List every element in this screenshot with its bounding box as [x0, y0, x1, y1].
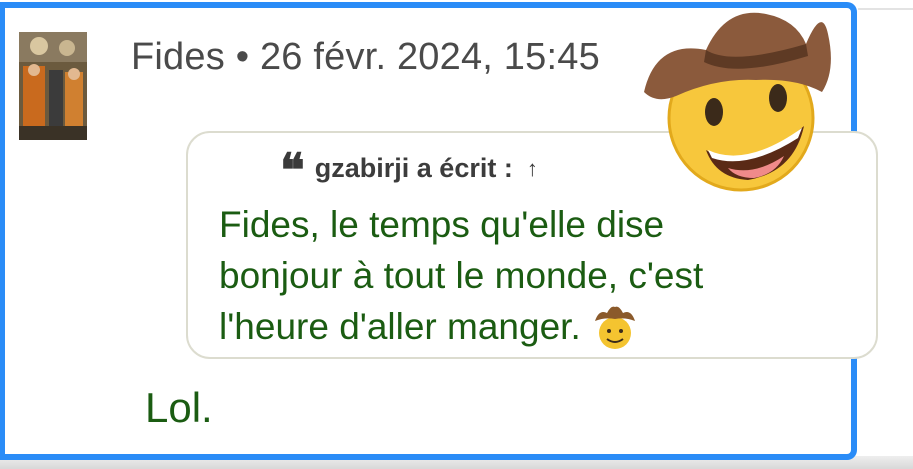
cowboy-face-emoji-icon — [594, 306, 635, 349]
jump-to-quote-icon[interactable]: ↑ — [527, 156, 538, 182]
quote-line: Fides, le temps qu'elle dise — [219, 204, 665, 245]
reply-text: Lol. — [145, 384, 213, 431]
post-author[interactable]: Fides — [131, 36, 225, 78]
quote-line: l'heure d'aller manger. — [219, 301, 819, 352]
meta-separator: • — [235, 36, 250, 78]
quote-header: ❝ gzabirji a écrit : ↑ — [280, 142, 538, 197]
quote-author: gzabirji a écrit : — [314, 153, 513, 183]
avatar-image — [19, 32, 87, 140]
post-meta: Fides • 26 févr. 2024, 15:45 — [131, 36, 600, 79]
quote-icon: ❝ — [280, 142, 305, 197]
post-date[interactable]: 26 févr. 2024, 15:45 — [260, 36, 600, 78]
quote-line: bonjour à tout le monde, c'est — [219, 255, 704, 296]
quote-text: Fides, le temps qu'elle dise bonjour à t… — [219, 199, 819, 352]
avatar[interactable] — [19, 32, 87, 140]
cowboy-face-sticker-icon — [644, 12, 831, 192]
divider — [858, 8, 913, 10]
